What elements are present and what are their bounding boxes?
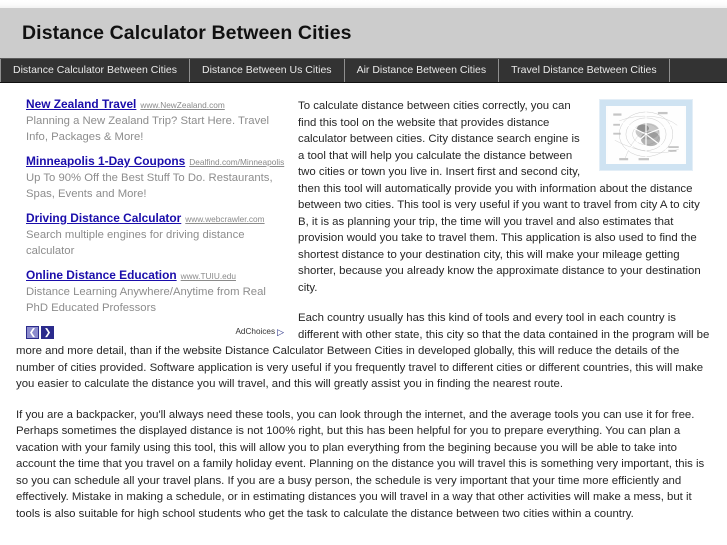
paragraph-backpacker: If you are a backpacker, you'll always n… xyxy=(16,408,705,520)
main-navigation: Distance Calculator Between Cities Dista… xyxy=(0,58,727,83)
ad-title-link[interactable]: Online Distance Education xyxy=(26,268,177,282)
ad-description: Up To 90% Off the Best Stuff To Do. Rest… xyxy=(26,172,273,200)
ad-unit: Minneapolis 1-Day Coupons Dealfind.com/Mi… xyxy=(26,154,284,202)
ad-unit: New Zealand Travel www.NewZealand.com Pla… xyxy=(26,97,284,145)
ad-headline-row: Online Distance Education www.TUIU.edu xyxy=(26,268,284,284)
ad-title-link[interactable]: Driving Distance Calculator xyxy=(26,211,181,225)
advertisement-block: New Zealand Travel www.NewZealand.com Pla… xyxy=(26,97,284,339)
ad-description: Distance Learning Anywhere/Anytime from … xyxy=(26,286,266,314)
map-image xyxy=(606,106,686,164)
adchoices-triangle-icon: ▷ xyxy=(277,326,284,337)
ad-headline-row: Minneapolis 1-Day Coupons Dealfind.com/Mi… xyxy=(26,154,284,170)
previous-arrow-icon[interactable]: ❮ xyxy=(26,325,39,339)
page-content: New Zealand Travel www.NewZealand.com Pla… xyxy=(0,83,727,536)
map-illustration-icon xyxy=(608,106,684,164)
ad-description: Planning a New Zealand Trip? Start Here.… xyxy=(26,115,270,143)
nav-item-travel-distance-between-cities[interactable]: Travel Distance Between Cities xyxy=(499,59,670,82)
ad-unit: Online Distance Education www.TUIU.edu Di… xyxy=(26,268,284,316)
ad-title-link[interactable]: New Zealand Travel xyxy=(26,97,136,111)
next-arrow-icon[interactable]: ❯ xyxy=(41,325,54,339)
adchoices-label: AdChoices xyxy=(235,326,276,336)
site-header: Distance Calculator Between Cities xyxy=(0,8,727,58)
adchoices-link[interactable]: AdChoices ▷ xyxy=(235,324,284,341)
page-title: Distance Calculator Between Cities xyxy=(22,21,352,44)
ad-headline-row: Driving Distance Calculator www.webcrawle… xyxy=(26,211,284,227)
ad-pagination-arrows: ❮ ❯ xyxy=(26,325,54,339)
nav-item-distance-calculator-between-cities[interactable]: Distance Calculator Between Cities xyxy=(0,59,190,82)
top-gradient-strip xyxy=(0,0,727,8)
map-thumbnail xyxy=(599,99,693,171)
ad-url-link[interactable]: www.TUIU.edu xyxy=(181,271,236,281)
ad-title-link[interactable]: Minneapolis 1-Day Coupons xyxy=(26,154,185,168)
nav-item-distance-between-us-cities[interactable]: Distance Between Us Cities xyxy=(190,59,345,82)
ad-headline-row: New Zealand Travel www.NewZealand.com xyxy=(26,97,284,113)
ad-footer: ❮ ❯ AdChoices ▷ xyxy=(26,325,284,339)
ad-description: Search multiple engines for driving dist… xyxy=(26,229,245,257)
ad-unit: Driving Distance Calculator www.webcrawle… xyxy=(26,211,284,259)
ad-url-link[interactable]: www.webcrawler.com xyxy=(185,214,264,224)
ad-url-link[interactable]: www.NewZealand.com xyxy=(140,100,224,110)
nav-item-air-distance-between-cities[interactable]: Air Distance Between Cities xyxy=(345,59,500,82)
nav-filler xyxy=(670,59,727,82)
ad-url-link[interactable]: Dealfind.com/Minneapolis xyxy=(189,157,284,167)
